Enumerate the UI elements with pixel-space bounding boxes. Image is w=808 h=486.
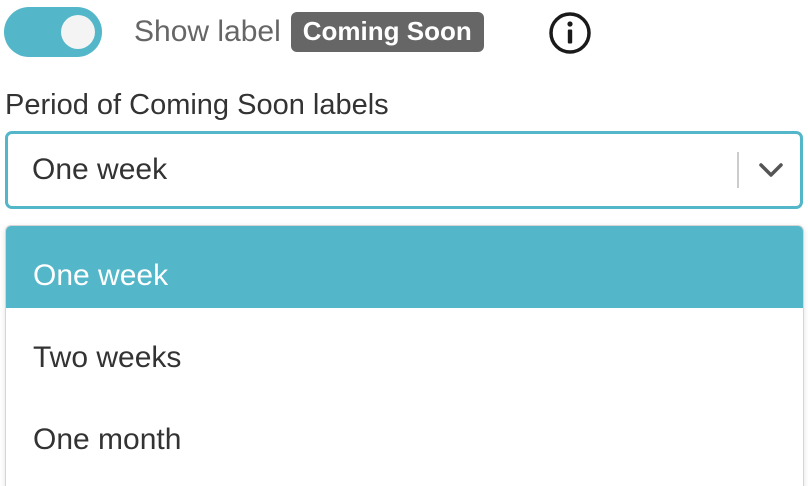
info-circle-icon[interactable] — [548, 11, 592, 55]
period-option-two-weeks[interactable]: Two weeks — [6, 308, 803, 390]
period-field-label: Period of Coming Soon labels — [5, 89, 389, 121]
show-label-toggle[interactable] — [4, 7, 102, 57]
period-dropdown-menu: One week Two weeks One month — [5, 225, 804, 486]
show-label-text: Show label — [134, 15, 281, 48]
option-label: Two weeks — [33, 341, 182, 374]
option-label: One week — [33, 259, 169, 292]
chevron-down-icon[interactable] — [756, 160, 786, 180]
period-option-one-week[interactable]: One week — [6, 226, 803, 308]
select-separator — [737, 152, 739, 188]
period-select-value: One week — [32, 153, 168, 186]
settings-panel: Show label Coming Soon Period of Coming … — [0, 0, 808, 486]
toggle-knob — [61, 15, 95, 49]
period-option-one-month[interactable]: One month — [6, 390, 803, 472]
coming-soon-badge: Coming Soon — [290, 12, 484, 52]
option-label: One month — [33, 423, 182, 456]
show-label-row: Show label Coming Soon — [4, 6, 484, 58]
period-select[interactable]: One week — [5, 131, 803, 209]
